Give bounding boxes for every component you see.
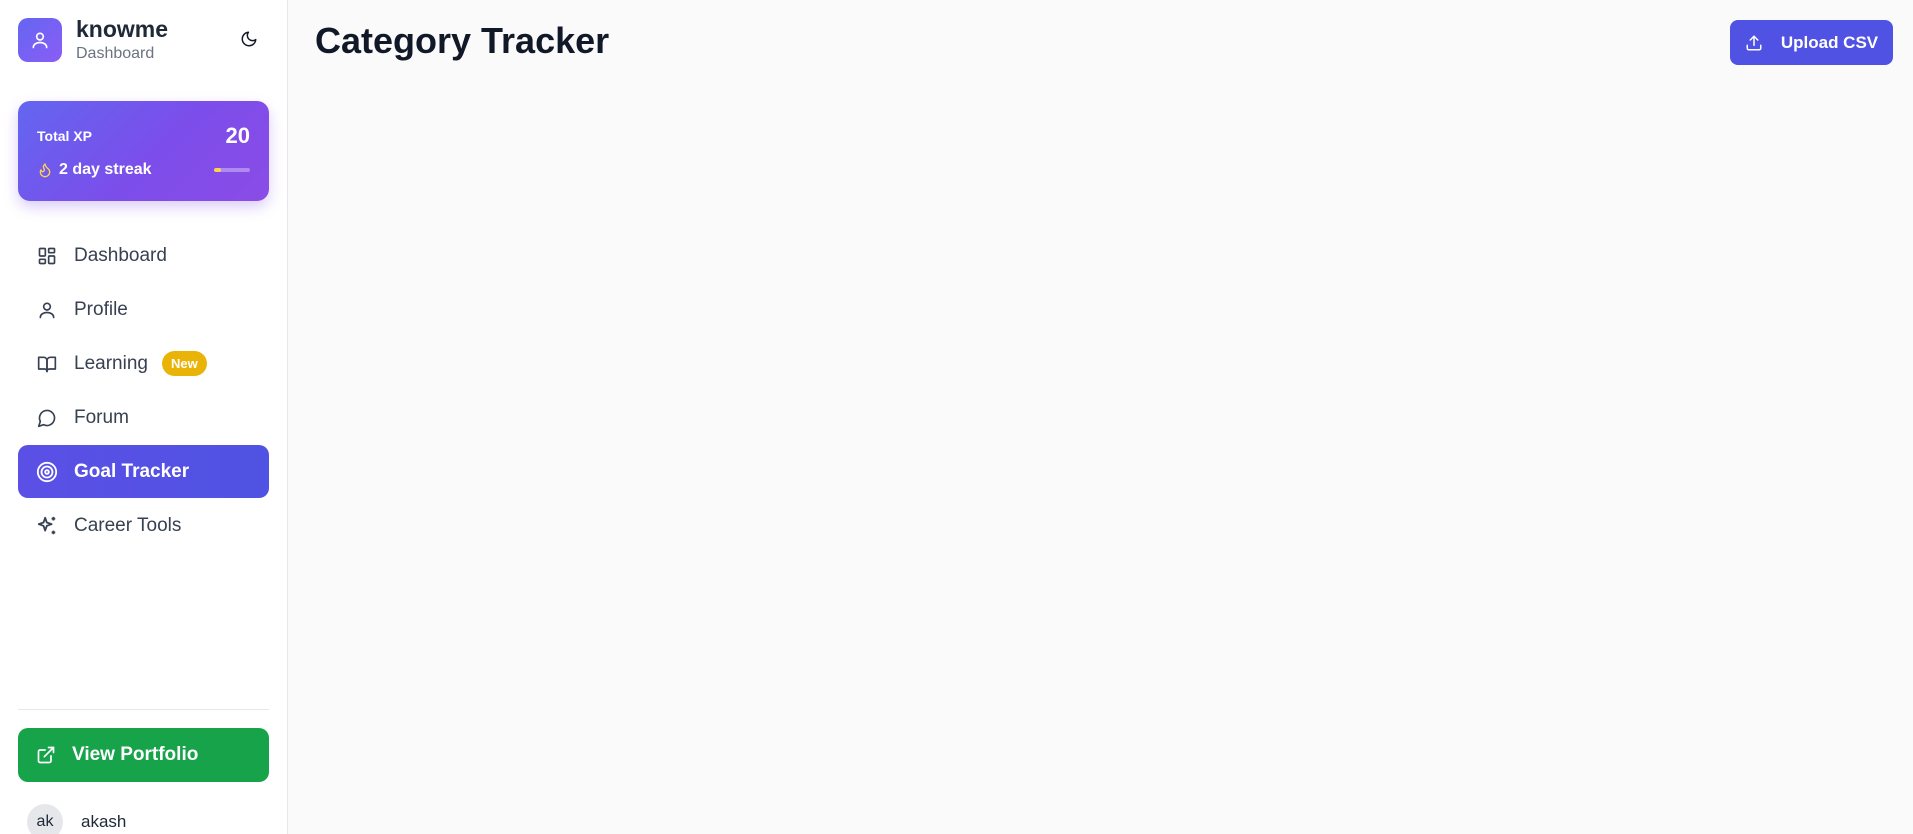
- brand-name: knowme: [76, 16, 169, 42]
- view-portfolio-label: View Portfolio: [72, 744, 199, 765]
- sidebar-item-forum[interactable]: Forum: [18, 391, 269, 444]
- sidebar-item-learning[interactable]: Learning New: [18, 337, 269, 390]
- message-circle-icon: [36, 407, 58, 429]
- user-icon: [18, 18, 62, 62]
- xp-value: 20: [225, 123, 250, 148]
- book-open-icon: [36, 353, 58, 375]
- brand[interactable]: knowme Dashboard: [18, 16, 168, 64]
- user-name: akash: [81, 812, 127, 831]
- main-content: Category Tracker Upload CSV: [288, 0, 1913, 834]
- brand-subtitle: Dashboard: [76, 45, 155, 62]
- sidebar-item-profile[interactable]: Profile: [18, 283, 269, 336]
- upload-csv-button[interactable]: Upload CSV: [1730, 20, 1893, 65]
- upload-csv-label: Upload CSV: [1780, 32, 1879, 52]
- sidebar-item-dashboard[interactable]: Dashboard: [18, 229, 269, 282]
- sidebar-item-label: Career Tools: [74, 514, 182, 536]
- xp-card: Total XP 20 2 day streak: [18, 101, 269, 201]
- view-portfolio-button[interactable]: View Portfolio: [18, 728, 269, 782]
- user-profile[interactable]: ak akash: [27, 804, 126, 834]
- sparkles-icon: [36, 515, 58, 537]
- new-badge: New: [161, 351, 207, 376]
- streak: 2 day streak: [37, 161, 152, 179]
- user-icon: [36, 299, 58, 321]
- sidebar-item-label: Profile: [74, 298, 128, 320]
- sidebar-item-label: Learning: [74, 352, 148, 374]
- moon-icon: [241, 31, 257, 47]
- dashboard-grid-icon: [36, 245, 58, 267]
- xp-label: Total XP: [37, 128, 92, 144]
- sidebar-item-label: Forum: [74, 406, 129, 428]
- streak-text: 2 day streak: [59, 161, 152, 178]
- page-title: Category Tracker: [315, 20, 610, 61]
- sidebar-item-label: Dashboard: [74, 244, 167, 266]
- brand-text: knowme Dashboard: [76, 16, 168, 64]
- sidebar-item-label: Goal Tracker: [74, 460, 190, 482]
- target-icon: [36, 461, 58, 483]
- xp-progress-fill: [214, 168, 222, 172]
- app-root: knowme Dashboard Total XP 20 2 day strea…: [0, 0, 1913, 834]
- avatar: ak: [27, 804, 63, 834]
- flame-icon: [39, 163, 51, 178]
- sidebar: knowme Dashboard Total XP 20 2 day strea…: [0, 0, 288, 834]
- upload-icon: [1745, 34, 1763, 52]
- sidebar-nav: Dashboard Profile Learning New Forum Goa…: [18, 229, 269, 553]
- external-link-icon: [36, 745, 56, 765]
- sidebar-item-career-tools[interactable]: Career Tools: [18, 499, 269, 552]
- theme-toggle-button[interactable]: [236, 26, 262, 52]
- xp-progress-bar: [214, 168, 250, 172]
- sidebar-divider: [18, 709, 269, 710]
- sidebar-item-goal-tracker[interactable]: Goal Tracker: [18, 445, 269, 498]
